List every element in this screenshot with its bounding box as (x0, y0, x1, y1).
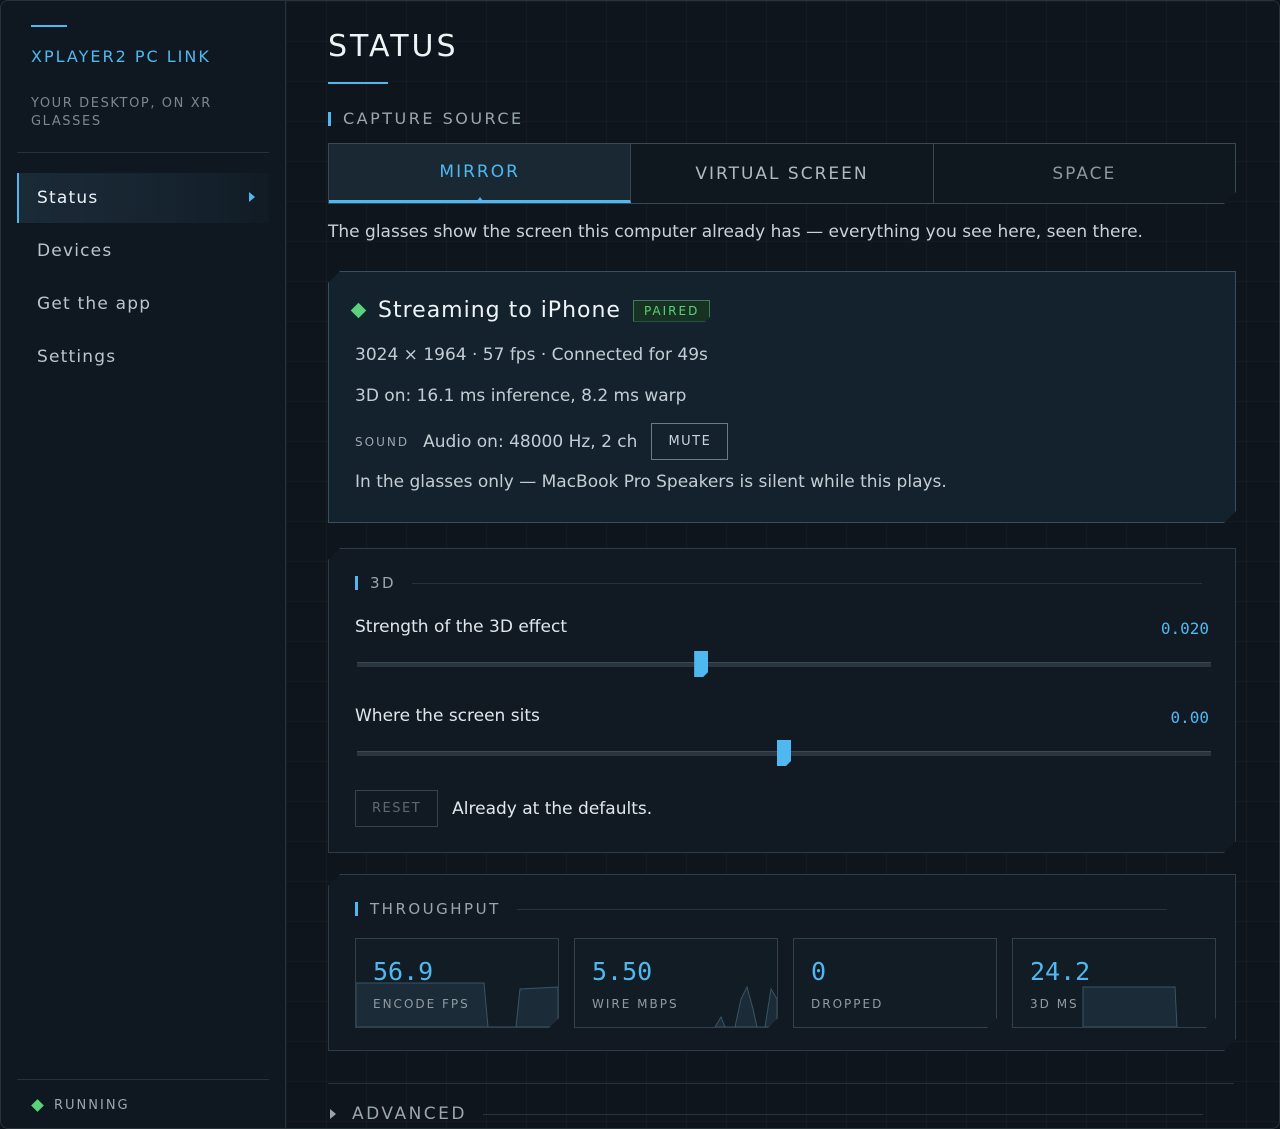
running-status-label: RUNNING (54, 1098, 130, 1113)
stat-label: 3D MS (1030, 997, 1079, 1011)
threed-heading: 3D (355, 574, 1202, 592)
strength-slider[interactable] (357, 662, 1211, 667)
stream-info: 3024 × 1964 · 57 fps · Connected for 49s (355, 345, 708, 365)
stat-value: 0 (811, 957, 827, 986)
chevron-right-icon (249, 192, 255, 202)
sound-text: Audio on: 48000 Hz, 2 ch (423, 431, 638, 452)
stream-note: In the glasses only — MacBook Pro Speake… (355, 472, 947, 492)
threed-label: 3D (370, 574, 397, 592)
stat-encode-fps: 56.9 ENCODE FPS (355, 938, 559, 1028)
strength-label: Strength of the 3D effect (355, 617, 567, 637)
connected-diamond-icon (351, 303, 367, 319)
paired-badge: PAIRED (633, 300, 710, 322)
reset-row: RESET Already at the defaults. (355, 790, 652, 827)
stat-value: 56.9 (373, 957, 434, 986)
sidebar-bottom-divider (17, 1079, 269, 1080)
sidebar-item-label: Get the app (37, 294, 152, 314)
stat-dropped: 0 DROPPED (793, 938, 997, 1028)
stat-value: 5.50 (592, 957, 653, 986)
sidebar-item-label: Devices (37, 241, 113, 261)
stream-header: Streaming to iPhone PAIRED (353, 298, 710, 323)
sidebar-item-get-the-app[interactable]: Get the app (17, 279, 269, 329)
section-tick-icon (355, 576, 358, 590)
position-slider[interactable] (357, 751, 1211, 756)
position-label: Where the screen sits (355, 706, 540, 726)
capture-source-tabs: MIRROR VIRTUAL SCREEN SPACE (328, 143, 1236, 204)
strength-slider-thumb[interactable] (694, 651, 708, 677)
app-window: XPLAYER2 PC LINK YOUR DESKTOP, ON XR GLA… (0, 0, 1280, 1129)
sidebar-nav: Status Devices Get the app Settings (17, 173, 269, 385)
capture-source-heading: CAPTURE SOURCE (328, 109, 524, 128)
sidebar-item-label: Settings (37, 347, 117, 367)
stat-label: ENCODE FPS (373, 997, 470, 1011)
heading-rule (412, 583, 1202, 584)
main-content: STATUS CAPTURE SOURCE MIRROR VIRTUAL SCR… (286, 1, 1279, 1128)
stat-value: 24.2 (1030, 957, 1091, 986)
tab-space[interactable]: SPACE (934, 144, 1235, 203)
sidebar-divider (17, 152, 269, 153)
capture-source-description: The glasses show the screen this compute… (328, 222, 1143, 242)
position-slider-thumb[interactable] (777, 740, 791, 766)
sound-label: SOUND (355, 434, 410, 449)
throughput-heading: THROUGHPUT (355, 900, 1167, 918)
sound-row: SOUND Audio on: 48000 Hz, 2 ch MUTE (355, 423, 728, 460)
section-tick-icon (328, 111, 331, 126)
brand-accent-bar (31, 25, 67, 27)
strength-value: 0.020 (1160, 619, 1209, 638)
running-status: RUNNING (31, 1098, 130, 1113)
threed-panel: 3D Strength of the 3D effect 0.020 Where… (328, 548, 1236, 853)
stream-title: Streaming to iPhone (378, 298, 621, 323)
tab-virtual-screen[interactable]: VIRTUAL SCREEN (631, 144, 933, 203)
streaming-panel: Streaming to iPhone PAIRED 3024 × 1964 ·… (328, 271, 1236, 523)
sidebar-item-devices[interactable]: Devices (17, 226, 269, 276)
position-value: 0.00 (1170, 708, 1209, 727)
status-diamond-icon (31, 1099, 44, 1112)
sidebar-item-settings[interactable]: Settings (17, 332, 269, 382)
page-title-underline (328, 82, 388, 84)
app-title: XPLAYER2 PC LINK (31, 47, 211, 66)
tab-mirror[interactable]: MIRROR (329, 144, 631, 203)
stat-label: WIRE MBPS (592, 997, 679, 1011)
reset-status-text: Already at the defaults. (452, 798, 653, 819)
heading-rule (483, 1113, 1204, 1115)
app-subtitle: YOUR DESKTOP, ON XR GLASSES (31, 96, 212, 129)
throughput-panel: THROUGHPUT 56.9 ENCODE FPS 5.50 WIRE MBP (328, 874, 1236, 1051)
stream-timing: 3D on: 16.1 ms inference, 8.2 ms warp (355, 386, 687, 406)
chevron-right-icon (330, 1109, 336, 1119)
stat-wire-mbps: 5.50 WIRE MBPS (574, 938, 778, 1028)
sidebar-item-status[interactable]: Status (17, 173, 269, 223)
stat-label: DROPPED (811, 997, 884, 1011)
advanced-label: ADVANCED (352, 1104, 468, 1124)
capture-source-label: CAPTURE SOURCE (343, 109, 524, 128)
throughput-stats: 56.9 ENCODE FPS 5.50 WIRE MBPS 0 DROPPED (355, 938, 1231, 1028)
stat-3d-ms: 24.2 3D MS (1012, 938, 1216, 1028)
advanced-toggle[interactable]: ADVANCED (330, 1104, 1204, 1124)
sidebar-item-label: Status (37, 188, 99, 208)
throughput-label: THROUGHPUT (370, 900, 501, 918)
reset-button[interactable]: RESET (355, 790, 438, 827)
section-tick-icon (355, 902, 358, 916)
page-title: STATUS (328, 29, 459, 64)
advanced-divider (328, 1083, 1234, 1084)
heading-rule (517, 909, 1167, 910)
mute-button[interactable]: MUTE (651, 423, 728, 460)
sidebar: XPLAYER2 PC LINK YOUR DESKTOP, ON XR GLA… (1, 1, 286, 1128)
